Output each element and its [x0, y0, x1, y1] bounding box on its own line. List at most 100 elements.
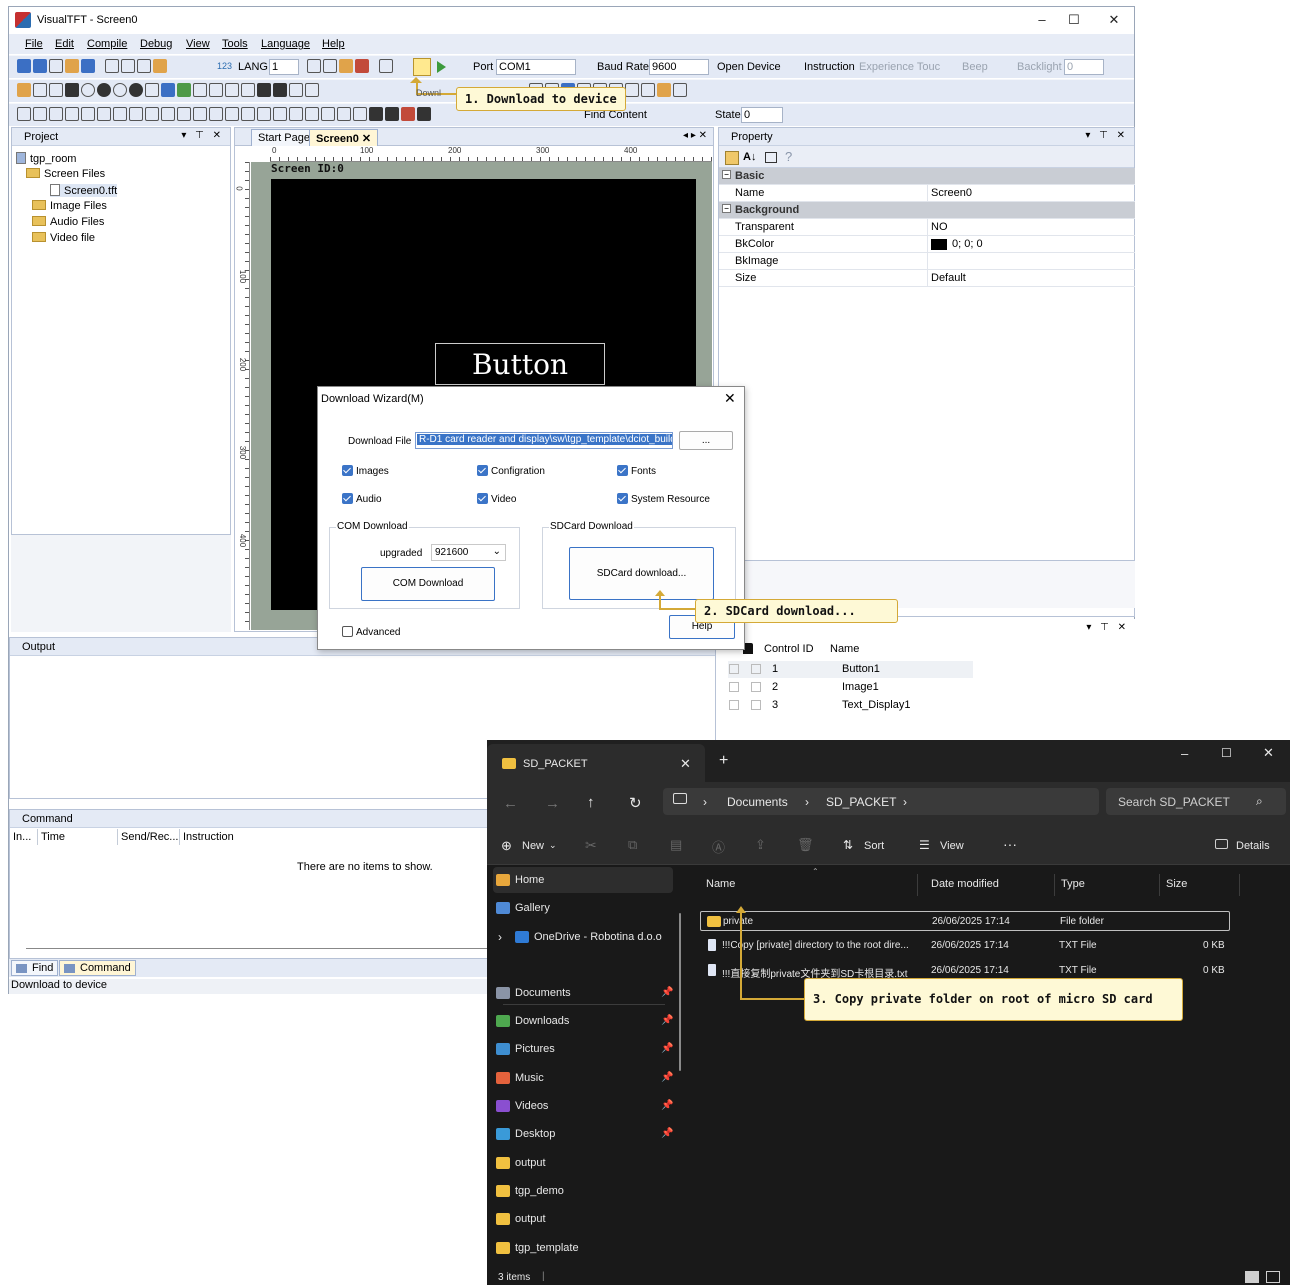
control-row[interactable]: 2 Image1	[728, 679, 973, 696]
lock-checkbox[interactable]	[751, 700, 761, 710]
toolbar-icons[interactable]	[17, 59, 167, 73]
tree-item-audio-files[interactable]: Audio Files	[32, 216, 104, 228]
baud-select[interactable]: 921600 ⌄	[431, 544, 506, 561]
delete-icon[interactable]: 🗑	[797, 837, 814, 853]
open-device-button[interactable]: Open Device	[717, 61, 781, 73]
nav-item-videos[interactable]: Videos 📌	[496, 1100, 673, 1112]
pin-icon[interactable]: 📌	[661, 987, 673, 998]
nav-item-gallery[interactable]: Gallery	[496, 902, 550, 914]
minimize-icon[interactable]: –	[1181, 746, 1188, 761]
close-icon[interactable]: ✕	[1263, 745, 1274, 761]
details-button[interactable]: Details	[1236, 840, 1270, 852]
nav-item-home[interactable]: Home	[496, 874, 544, 886]
col-time[interactable]: Time	[38, 829, 118, 845]
maximize-icon[interactable]: ☐	[1221, 746, 1232, 760]
forward-icon[interactable]: →	[545, 795, 560, 812]
copy-icon[interactable]: ⧉	[628, 837, 637, 853]
menu-debug[interactable]: Debug	[140, 38, 172, 50]
com-download-button[interactable]: COM Download	[361, 567, 495, 601]
experience-touch-button[interactable]: Experience Touc	[859, 61, 940, 73]
more-icon[interactable]: ···	[1003, 836, 1017, 852]
system-resource-checkbox[interactable]	[617, 493, 628, 504]
property-row[interactable]: Size Default	[719, 270, 1135, 287]
visible-checkbox[interactable]	[729, 664, 739, 674]
tree-item-screen0[interactable]: Screen0.tft	[50, 184, 118, 197]
lock-checkbox[interactable]	[751, 682, 761, 692]
pin-icon[interactable]: 📌	[661, 1015, 673, 1026]
new-button[interactable]: New	[522, 840, 544, 852]
nav-scrollbar[interactable]	[679, 913, 681, 1071]
details-view-icon[interactable]	[1245, 1271, 1259, 1283]
nav-item-tgp-template[interactable]: tgp_template	[496, 1242, 579, 1254]
property-value[interactable]: Default	[931, 272, 966, 284]
back-icon[interactable]: ←	[503, 795, 518, 812]
draw-tools[interactable]	[17, 83, 319, 97]
tab-find[interactable]: Find	[11, 960, 59, 976]
view-icon[interactable]: ☰	[919, 838, 930, 852]
toolbar-icons-2[interactable]	[307, 59, 393, 73]
tab-screen0[interactable]: Screen0 ✕	[309, 129, 379, 146]
nav-item-output[interactable]: output	[496, 1213, 546, 1225]
align-tools[interactable]	[17, 107, 431, 121]
search-input[interactable]: Search SD_PACKET ⌕	[1106, 788, 1286, 815]
port-select[interactable]: COM1	[496, 59, 576, 75]
property-row[interactable]: BkImage	[719, 253, 1135, 270]
lock-checkbox[interactable]	[751, 664, 761, 674]
pane-controls-icon[interactable]: ▾ ⊤ ✕	[1086, 622, 1129, 633]
collapse-icon[interactable]: −	[722, 170, 731, 179]
menu-edit[interactable]: Edit	[55, 38, 74, 50]
control-row[interactable]: 3 Text_Display1	[728, 697, 973, 714]
sort-icon[interactable]: ⇅	[843, 838, 853, 852]
nav-item-music[interactable]: Music 📌	[496, 1072, 673, 1084]
rename-icon[interactable]: Ⓐ	[712, 837, 725, 856]
advanced-checkbox[interactable]	[342, 626, 353, 637]
share-icon[interactable]: ⇪	[755, 837, 766, 853]
tiles-view-icon[interactable]	[1266, 1271, 1280, 1283]
explorer-tab-sd-packet[interactable]: SD_PACKET ✕	[487, 744, 705, 782]
breadcrumb-documents[interactable]: Documents	[727, 795, 788, 809]
up-icon[interactable]: ↑	[587, 794, 595, 811]
property-row[interactable]: Name Screen0	[719, 185, 1135, 202]
property-row[interactable]: Transparent NO	[719, 219, 1135, 236]
pane-controls-icon[interactable]: ▾ ⊤ ✕	[1085, 130, 1128, 141]
property-value[interactable]: NO	[931, 221, 948, 233]
col-date-modified[interactable]: Date modified	[925, 874, 1055, 896]
download-icon[interactable]	[413, 58, 431, 76]
browse-button[interactable]: ...	[679, 431, 733, 450]
tab-start-page[interactable]: Start Page	[251, 129, 317, 146]
col-name[interactable]: Name	[830, 643, 859, 655]
tree-item-screen-files[interactable]: Screen Files	[26, 168, 105, 180]
paste-icon[interactable]: ▤	[670, 837, 682, 853]
categorized-icon[interactable]	[725, 151, 739, 165]
nav-item-output[interactable]: output	[496, 1157, 546, 1169]
close-tab-icon[interactable]: ✕	[680, 756, 691, 772]
pin-icon[interactable]: 📌	[661, 1100, 673, 1111]
sort-az-icon[interactable]: A↓	[743, 151, 756, 163]
tree-item-video-file[interactable]: Video file	[32, 232, 95, 244]
nav-item-documents[interactable]: Documents 📌	[496, 987, 673, 999]
video-checkbox[interactable]	[477, 493, 488, 504]
lang-select[interactable]: 1	[269, 59, 299, 75]
property-pages-icon[interactable]	[765, 152, 777, 163]
audio-checkbox[interactable]	[342, 493, 353, 504]
new-tab-icon[interactable]: +	[719, 752, 728, 770]
fonts-checkbox[interactable]	[617, 465, 628, 476]
file-row[interactable]: !!!Copy [private] directory to the root …	[700, 936, 1230, 956]
control-row[interactable]: 1 Button1	[728, 661, 973, 678]
refresh-icon[interactable]: ↻	[629, 794, 642, 812]
menu-language[interactable]: Language	[261, 38, 310, 50]
download-file-input[interactable]: R-D1 card reader and display\sw\tgp_temp…	[415, 432, 673, 449]
baud-select[interactable]: 9600	[649, 59, 709, 75]
nav-item-onedrive-robotina-d-o-o[interactable]: › OneDrive - Robotina d.o.o	[498, 930, 662, 944]
menu-view[interactable]: View	[186, 38, 210, 50]
menu-file[interactable]: File	[25, 38, 43, 50]
breadcrumb-sd-packet[interactable]: SD_PACKET	[826, 795, 896, 809]
details-pane-icon[interactable]	[1215, 839, 1228, 849]
col-control-id[interactable]: Control ID	[764, 643, 814, 655]
search-icon[interactable]: ⌕	[1256, 794, 1263, 809]
col-index[interactable]: In...	[10, 829, 38, 845]
file-row[interactable]: private 26/06/2025 17:14 File folder	[700, 911, 1230, 931]
menu-help[interactable]: Help	[322, 38, 345, 50]
nav-item-tgp-demo[interactable]: tgp_demo	[496, 1185, 564, 1197]
cut-icon[interactable]: ✂	[585, 837, 597, 854]
